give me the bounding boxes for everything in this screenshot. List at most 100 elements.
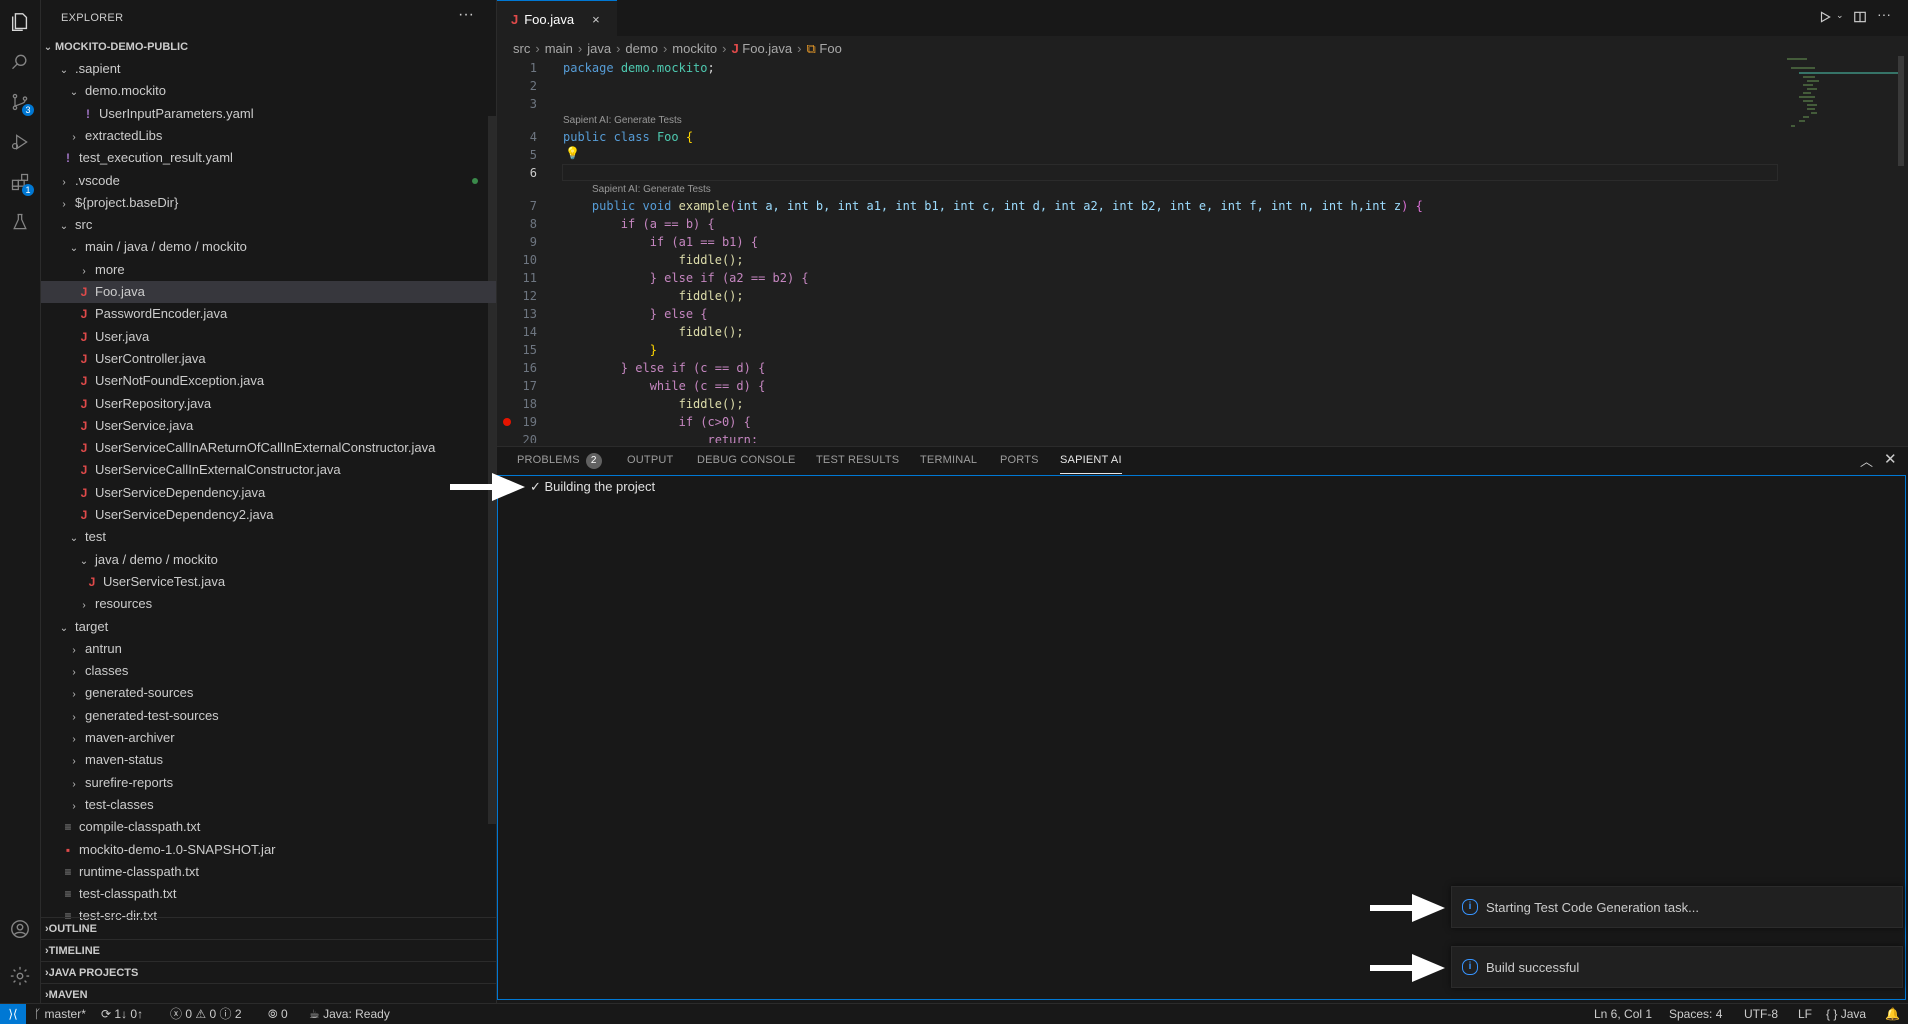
panel-tab-problems[interactable]: PROBLEMS 2 (517, 447, 602, 473)
line-number[interactable]: 2 (497, 77, 537, 95)
code-line[interactable]: 4 public class Foo { (497, 128, 1908, 146)
tree-item-generated-sources[interactable]: › generated-sources (41, 682, 496, 704)
tree-item-main-java-demo-mockito[interactable]: ⌄ main / java / demo / mockito (41, 236, 496, 258)
explorer-icon[interactable] (6, 8, 34, 36)
tab-foo-java[interactable]: J Foo.java × (497, 0, 617, 37)
tree-item-target[interactable]: ⌄ target (41, 616, 496, 638)
code-line[interactable]: 12 fiddle(); (497, 287, 1908, 305)
tree-item-test-execution-result-yaml[interactable]: ! test_execution_result.yaml (41, 147, 496, 169)
panel-tab-terminal[interactable]: TERMINAL (920, 447, 977, 473)
project-root[interactable]: ⌄ MOCKITO-DEMO-PUBLIC (41, 36, 496, 58)
tree-item-user-java[interactable]: J User.java (41, 326, 496, 348)
panel-tab-output[interactable]: OUTPUT (627, 447, 673, 473)
line-number[interactable]: 1 (497, 59, 537, 77)
line-number[interactable]: 13 (497, 305, 537, 323)
code-line[interactable]: 10 fiddle(); (497, 251, 1908, 269)
section-timeline[interactable]: ›TIMELINE (41, 939, 496, 962)
breadcrumb-item[interactable]: src (513, 41, 530, 56)
tree-item-maven-status[interactable]: › maven-status (41, 749, 496, 771)
tree-item-userinputparameters-yaml[interactable]: ! UserInputParameters.yaml (41, 103, 496, 125)
breadcrumb-item[interactable]: mockito (672, 41, 717, 56)
line-number[interactable]: 11 (497, 269, 537, 287)
testing-flask-icon[interactable] (6, 208, 34, 236)
problems-indicator[interactable]: ⓧ 0 ⚠ 0 ⓘ 2 (170, 1004, 242, 1024)
code-line[interactable]: 20 return; (497, 431, 1908, 443)
account-icon[interactable] (6, 915, 34, 943)
editor-more-icon[interactable]: ··· (1877, 6, 1891, 22)
line-number[interactable]: 17 (497, 377, 537, 395)
code-line[interactable]: 5 (497, 146, 1908, 164)
source-control-icon[interactable]: 3 (6, 88, 34, 116)
tree-item-sapient[interactable]: ⌄ .sapient (41, 58, 496, 80)
line-number[interactable]: 4 (497, 128, 537, 146)
notification-starting-task[interactable]: i Starting Test Code Generation task... (1451, 886, 1903, 928)
breakpoint-icon[interactable] (503, 418, 511, 426)
line-number[interactable]: 8 (497, 215, 537, 233)
tree-item-java-demo-mockito[interactable]: ⌄ java / demo / mockito (41, 549, 496, 571)
tree-item-runtime-classpath-txt[interactable]: ≡ runtime-classpath.txt (41, 861, 496, 883)
code-line[interactable]: 1 package demo.mockito; (497, 59, 1908, 77)
tree-item-project-basedir[interactable]: › ${project.baseDir} (41, 192, 496, 214)
code-line[interactable]: 9 if (a1 == b1) { (497, 233, 1908, 251)
code-line[interactable]: 3 (497, 95, 1908, 113)
language-mode[interactable]: { } Java (1826, 1004, 1866, 1024)
run-debug-icon[interactable] (6, 128, 34, 156)
breadcrumb-item[interactable]: main (545, 41, 573, 56)
tree-item-maven-archiver[interactable]: › maven-archiver (41, 727, 496, 749)
line-number[interactable]: 6 (497, 164, 537, 182)
tree-item-resources[interactable]: › resources (41, 593, 496, 615)
line-number[interactable]: 15 (497, 341, 537, 359)
code-line[interactable]: 8 if (a == b) { (497, 215, 1908, 233)
panel-tab-sapient-ai[interactable]: SAPIENT AI (1060, 447, 1122, 474)
tree-item-userrepository-java[interactable]: J UserRepository.java (41, 393, 496, 415)
line-number[interactable]: 18 (497, 395, 537, 413)
tree-item-compile-classpath-txt[interactable]: ≡ compile-classpath.txt (41, 816, 496, 838)
tree-item-userservicetest-java[interactable]: J UserServiceTest.java (41, 571, 496, 593)
tree-item-userservicecallinexternalconstructor-java[interactable]: J UserServiceCallInExternalConstructor.ja… (41, 459, 496, 481)
tree-item-vscode[interactable]: › .vscode (41, 170, 496, 192)
tree-item-extractedlibs[interactable]: › extractedLibs (41, 125, 496, 147)
lightbulb-icon[interactable]: 💡 (565, 146, 580, 160)
section-java-projects[interactable]: ›JAVA PROJECTS (41, 961, 496, 984)
java-status[interactable]: ☕ Java: Ready (309, 1004, 390, 1024)
sync-indicator[interactable]: ⟳ 1↓ 0↑ (101, 1004, 143, 1024)
split-editor-icon[interactable] (1853, 10, 1867, 27)
panel-tab-ports[interactable]: PORTS (1000, 447, 1039, 473)
section-maven[interactable]: ›MAVEN (41, 983, 496, 1003)
close-panel-icon[interactable]: ✕ (1884, 450, 1897, 468)
tree-item-demo-mockito[interactable]: ⌄ demo.mockito (41, 80, 496, 102)
editor-scrollbar[interactable] (1898, 56, 1904, 166)
cursor-position[interactable]: Ln 6, Col 1 (1594, 1004, 1652, 1024)
encoding[interactable]: UTF-8 (1744, 1004, 1778, 1024)
section-outline[interactable]: ›OUTLINE (41, 917, 496, 940)
code-lens-generate-tests-class[interactable]: Sapient AI: Generate Tests (563, 114, 682, 128)
tree-item-surefire-reports[interactable]: › surefire-reports (41, 772, 496, 794)
breadcrumb-item[interactable]: java (587, 41, 611, 56)
tree-item-antrun[interactable]: › antrun (41, 638, 496, 660)
branch-indicator[interactable]: ᚴ master* (34, 1004, 86, 1024)
tree-item-test-classpath-txt[interactable]: ≡ test-classpath.txt (41, 883, 496, 905)
code-line[interactable]: 17 while (c == d) { (497, 377, 1908, 395)
maximize-panel-icon[interactable]: ︿ (1860, 451, 1873, 470)
panel-tab-debug-console[interactable]: DEBUG CONSOLE (697, 447, 796, 473)
line-number[interactable]: 5 (497, 146, 537, 164)
tab-close-icon[interactable]: × (592, 12, 600, 27)
code-line[interactable]: 19 if (c>0) { (497, 413, 1908, 431)
tree-item-test[interactable]: ⌄ test (41, 526, 496, 548)
run-icon[interactable] (1818, 10, 1832, 27)
line-number[interactable]: 16 (497, 359, 537, 377)
tree-item-usercontroller-java[interactable]: J UserController.java (41, 348, 496, 370)
tree-item-test-classes[interactable]: › test-classes (41, 794, 496, 816)
tree-item-userservicedependency-java[interactable]: J UserServiceDependency.java (41, 482, 496, 504)
line-number[interactable]: 20 (497, 431, 537, 443)
tree-item-classes[interactable]: › classes (41, 660, 496, 682)
tree-item-src[interactable]: ⌄ src (41, 214, 496, 236)
search-icon[interactable] (6, 48, 34, 76)
tree-item-usernotfoundexception-java[interactable]: J UserNotFoundException.java (41, 370, 496, 392)
breadcrumb-item[interactable]: Foo.java (742, 41, 792, 56)
line-ending[interactable]: LF (1798, 1004, 1812, 1024)
tree-item-more[interactable]: › more (41, 259, 496, 281)
code-line[interactable]: 11 } else if (a2 == b2) { (497, 269, 1908, 287)
code-line[interactable]: 2 (497, 77, 1908, 95)
tree-item-foo-java[interactable]: J Foo.java (41, 281, 496, 303)
